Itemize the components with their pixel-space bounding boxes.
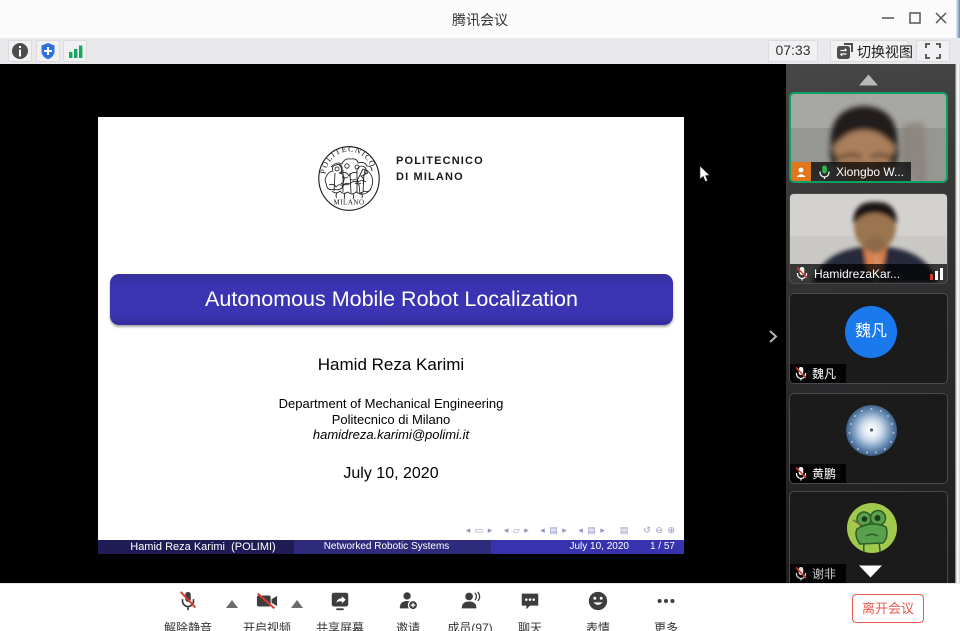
svg-text:MILANO: MILANO — [334, 199, 365, 207]
svg-text:POLITECNICO: POLITECNICO — [319, 145, 378, 175]
